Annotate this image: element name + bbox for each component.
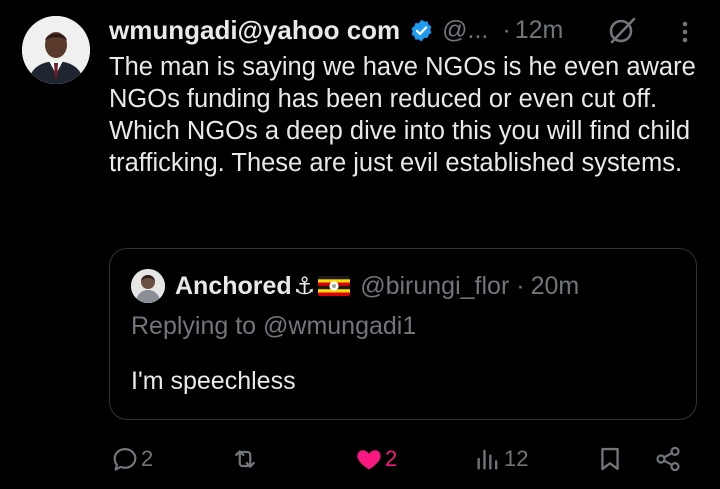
views-icon [477,449,498,470]
verified-badge-icon[interactable] [409,18,434,43]
quoted-post-text: I'm speechless [131,367,296,395]
like-button[interactable]: 2 [355,441,397,477]
like-count: 2 [385,446,398,471]
views-count: 12 [504,446,529,471]
heart-icon [357,450,381,470]
bookmark-button[interactable] [596,441,624,477]
author-avatar[interactable] [22,16,90,84]
post-header: wmungadi@yahoo com @... · 12m [109,12,563,48]
repost-button[interactable] [231,441,261,477]
anchor-emoji: ⚓ [293,272,316,300]
post-time[interactable]: 12m [515,16,564,45]
quoted-time-separator: · [516,271,525,300]
share-icon [656,446,680,472]
reply-icon [113,447,137,471]
quoted-author-name[interactable]: Anchored [175,272,292,301]
share-button[interactable] [654,441,682,477]
author-handle[interactable]: @... [442,16,488,45]
time-separator: · [502,15,511,44]
action-bar: 2 2 12 [0,441,720,477]
quoted-post-time[interactable]: 20m [531,272,580,301]
author-name[interactable]: wmungadi@yahoo com [109,15,400,46]
quoted-post[interactable]: Anchored ⚓ @birungi_flor · 20m Replying … [109,248,697,420]
grok-icon[interactable] [607,15,637,45]
views-button[interactable]: 12 [474,441,528,477]
more-vertical-icon[interactable] [676,20,694,44]
post-text: The man is saying we have NGOs is he eve… [109,53,696,177]
replying-to-label: Replying to @wmungadi1 [131,312,417,340]
uganda-flag [318,276,351,296]
reply-button[interactable]: 2 [111,441,153,477]
quoted-post-header: Anchored ⚓ @birungi_flor · 20m [175,269,579,303]
quoted-author-avatar[interactable] [131,269,165,303]
reply-count: 2 [141,446,154,471]
quoted-author-handle[interactable]: @birungi_flor [360,272,509,301]
repost-icon [235,450,255,468]
bookmark-icon [601,447,619,471]
